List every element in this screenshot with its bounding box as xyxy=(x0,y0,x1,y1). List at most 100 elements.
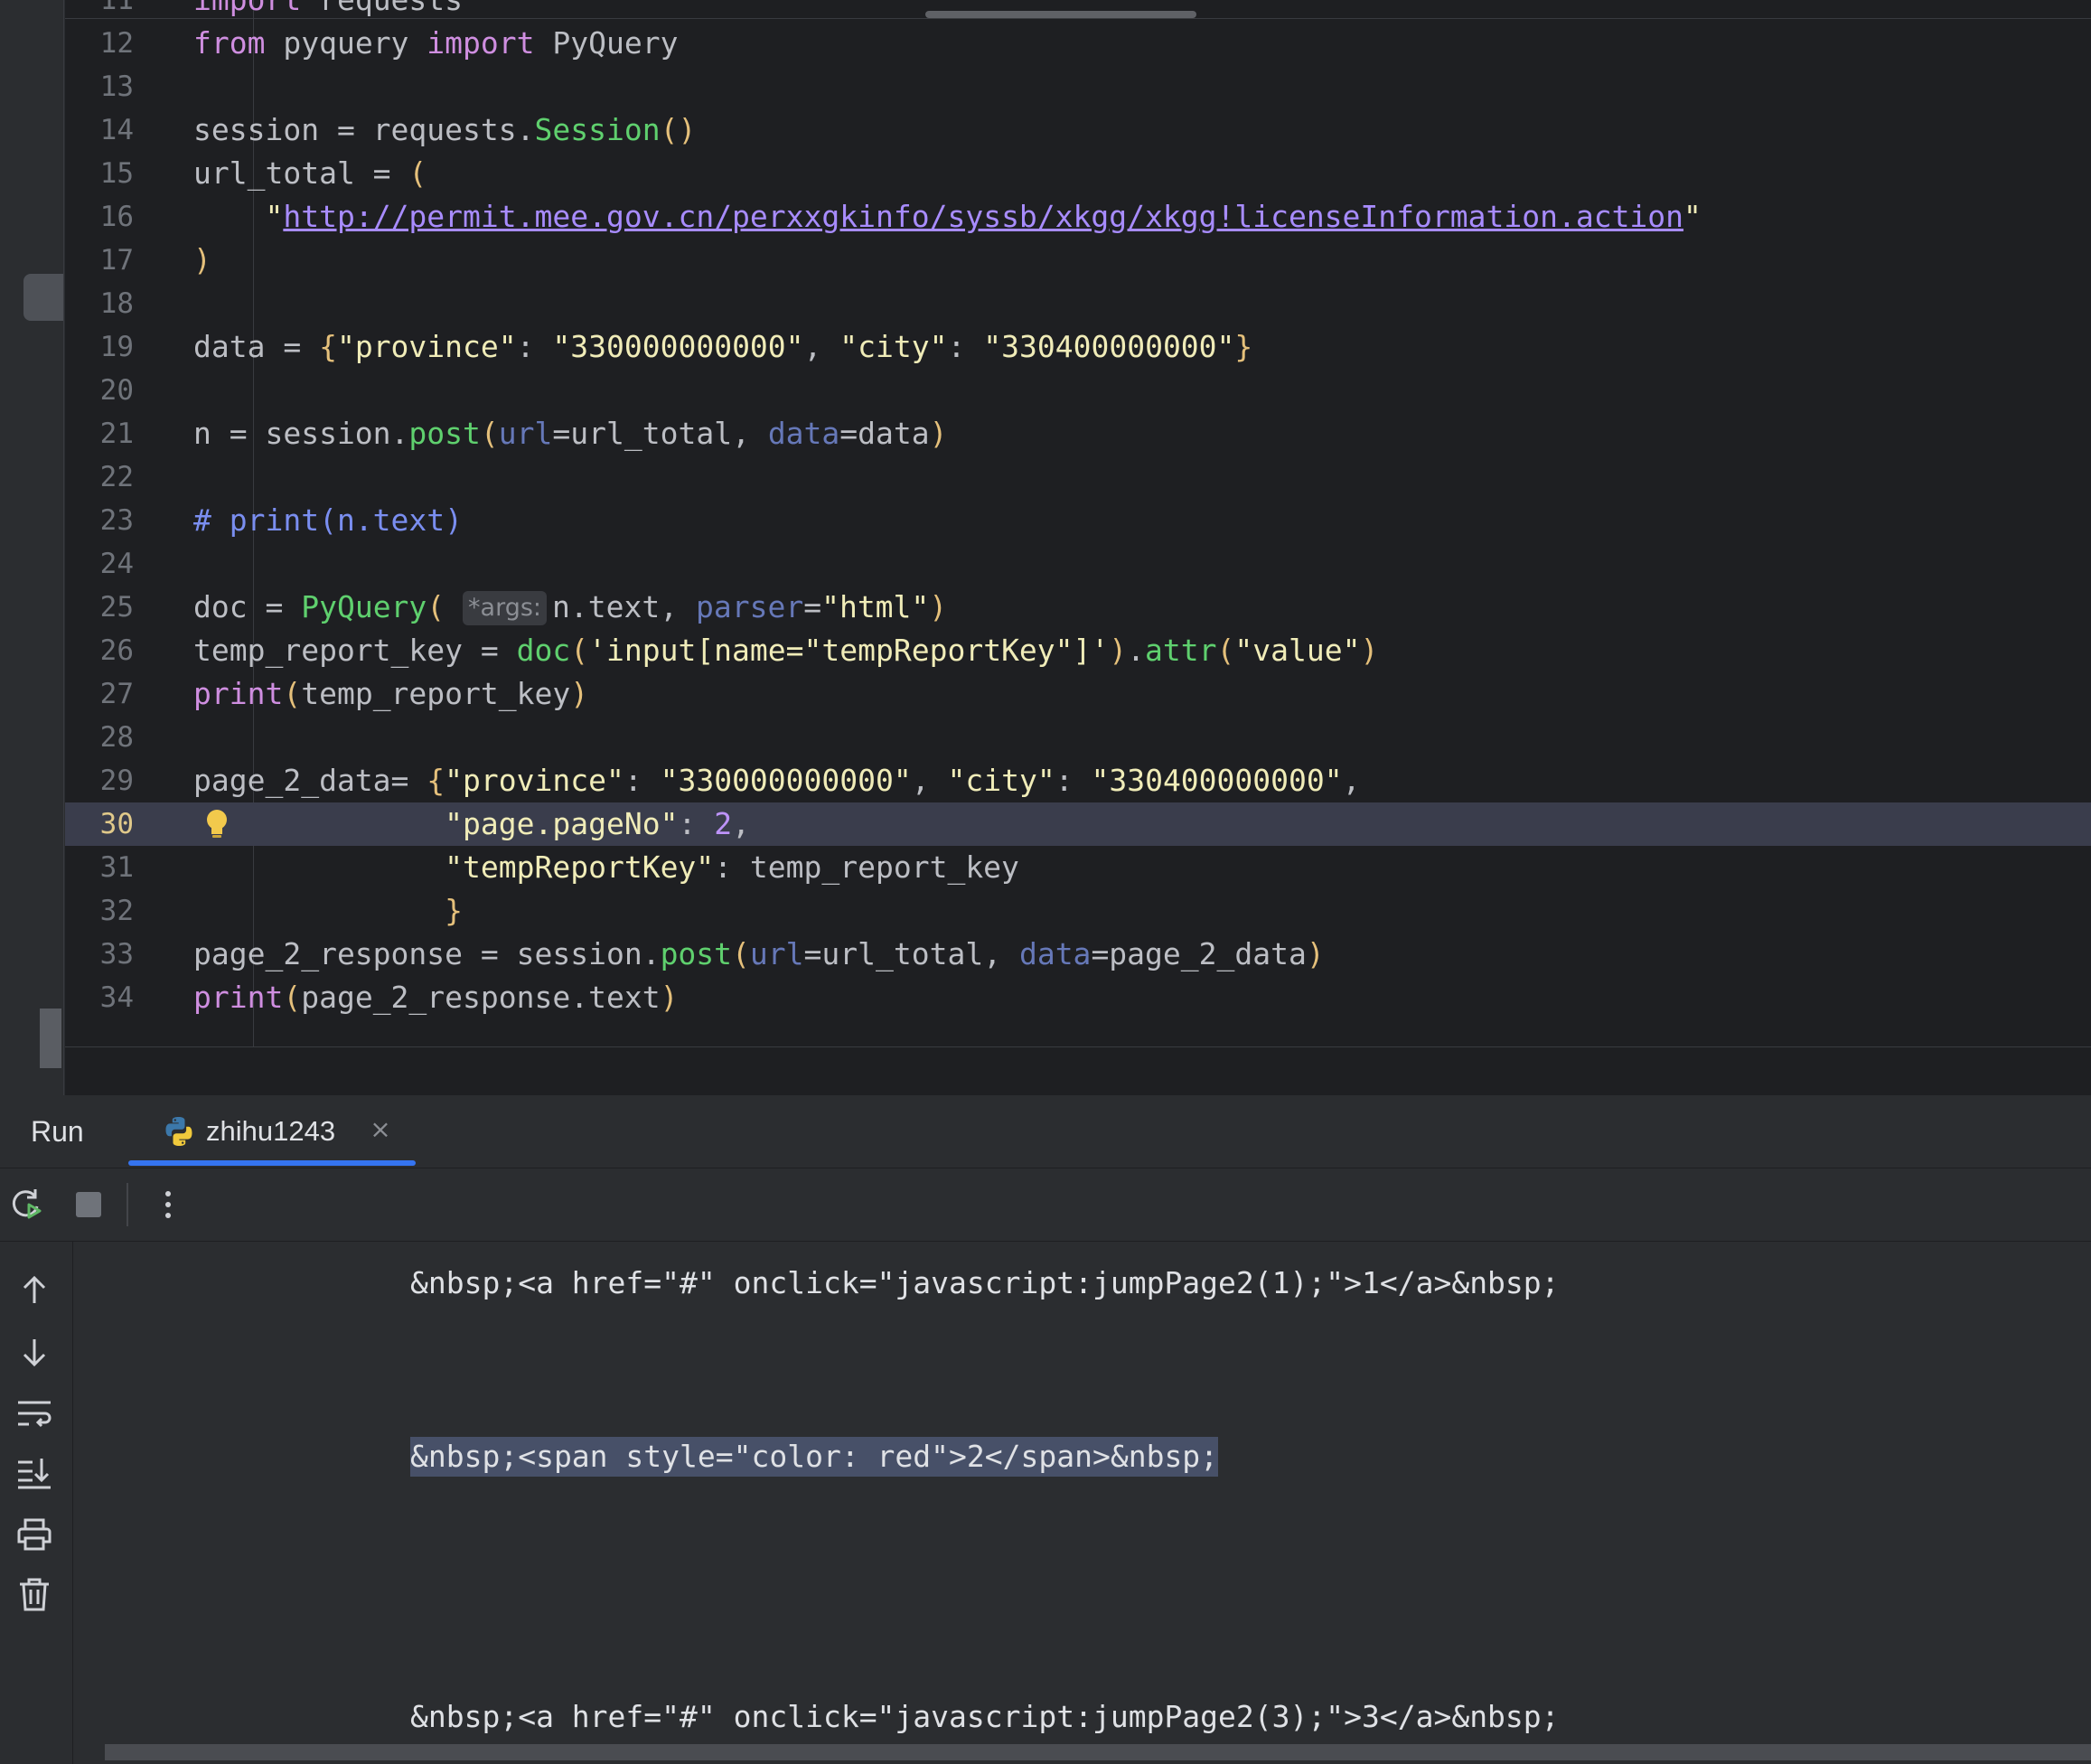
code-line[interactable]: 18 xyxy=(65,282,2091,325)
close-icon[interactable]: × xyxy=(365,1112,396,1148)
line-number: 28 xyxy=(99,721,134,754)
code-token: "city" xyxy=(839,329,948,364)
code-token: PyQuery xyxy=(534,25,679,61)
code-text: page_2_response = session.post(url=url_t… xyxy=(193,933,1325,976)
code-line[interactable]: 31 "tempReportKey": temp_report_key xyxy=(65,846,2091,889)
code-line[interactable]: 34 print(page_2_response.text) xyxy=(65,976,2091,1019)
code-line[interactable]: 29 page_2_data= {"province": "33000000000… xyxy=(65,759,2091,802)
print-icon[interactable] xyxy=(14,1515,54,1554)
code-token: "330400000000" xyxy=(1091,763,1343,798)
code-line[interactable]: 11 import requests xyxy=(65,0,2091,22)
code-token: , xyxy=(911,763,948,798)
code-line[interactable]: 21 n = session.post(url=url_total, data=d… xyxy=(65,412,2091,455)
code-token: from xyxy=(193,25,266,61)
code-text: from pyquery import PyQuery xyxy=(193,22,678,65)
strip-scroll-indicator[interactable] xyxy=(40,1009,61,1068)
line-number: 20 xyxy=(99,374,134,407)
run-toolbar xyxy=(0,1168,2091,1242)
code-line[interactable]: 12 from pyquery import PyQuery xyxy=(65,22,2091,65)
code-token: =page_2_data xyxy=(1091,936,1307,971)
parameter-hint: *args: xyxy=(463,591,548,625)
code-token: , xyxy=(803,329,840,364)
line-number: 25 xyxy=(99,591,134,624)
line-number: 23 xyxy=(99,504,134,537)
code-token: page_2_data= xyxy=(193,763,427,798)
code-text: temp_report_key = doc('input[name="tempR… xyxy=(193,629,1378,672)
code-token: : temp_report_key xyxy=(714,849,1019,885)
line-number: 19 xyxy=(99,331,134,363)
code-line[interactable]: 27 print(temp_report_key) xyxy=(65,672,2091,716)
code-text: } xyxy=(193,889,463,933)
console-output[interactable]: &nbsp;<a href="#" onclick="javascript:ju… xyxy=(74,1242,2091,1764)
code-line[interactable]: 22 xyxy=(65,455,2091,499)
tab-zhihu1243[interactable]: zhihu1243 × xyxy=(128,1095,416,1168)
code-token: 'input[name="tempReportKey"]' xyxy=(588,633,1110,668)
line-number: 21 xyxy=(99,418,134,450)
code-token: url xyxy=(749,936,804,971)
code-text: data = {"province": "330000000000", "cit… xyxy=(193,325,1252,369)
arrow-down-icon[interactable] xyxy=(14,1332,54,1372)
code-token: "330400000000" xyxy=(983,329,1235,364)
trash-icon[interactable] xyxy=(14,1574,54,1614)
code-token: import xyxy=(193,0,301,17)
scroll-to-end-icon[interactable] xyxy=(14,1453,54,1493)
code-token: data xyxy=(1018,936,1092,971)
console-horizontal-scrollbar[interactable] xyxy=(105,1744,2091,1760)
code-line[interactable]: 14 session = requests.Session() xyxy=(65,108,2091,152)
code-line[interactable]: 33 page_2_response = session.post(url=url… xyxy=(65,933,2091,976)
code-line[interactable]: 13 xyxy=(65,65,2091,108)
code-line[interactable]: 17) xyxy=(65,239,2091,282)
code-token: ) xyxy=(193,242,211,277)
code-line[interactable]: 32 } xyxy=(65,889,2091,933)
code-line[interactable]: 16 "http://permit.mee.gov.cn/perxxgkinfo… xyxy=(65,195,2091,239)
console-side-toolbar xyxy=(0,1242,73,1764)
line-number: 16 xyxy=(99,201,134,233)
divider xyxy=(65,1046,2091,1047)
code-token: : xyxy=(947,329,984,364)
code-text: session = requests.Session() xyxy=(193,108,696,152)
code-token: : xyxy=(678,806,715,841)
code-token: # print(n.text) xyxy=(193,502,464,538)
code-text: # print(n.text) xyxy=(193,499,463,542)
code-token: " xyxy=(1683,199,1702,234)
code-line[interactable]: 19 data = {"province": "330000000000", "c… xyxy=(65,325,2091,369)
code-line[interactable]: 26 temp_report_key = doc('input[name="tem… xyxy=(65,629,2091,672)
stop-icon[interactable] xyxy=(69,1185,108,1224)
code-line[interactable]: 23 # print(n.text) xyxy=(65,499,2091,542)
code-line[interactable]: 15 url_total = ( xyxy=(65,152,2091,195)
code-token: =url_total, xyxy=(803,936,1019,971)
code-text: "page.pageNo": 2, xyxy=(193,802,750,846)
code-line[interactable]: 24 xyxy=(65,542,2091,586)
code-token: PyQuery xyxy=(301,589,427,624)
code-line[interactable]: 28 xyxy=(65,716,2091,759)
code-text: "tempReportKey": temp_report_key xyxy=(193,846,1019,889)
line-number: 17 xyxy=(99,244,134,277)
rerun-icon[interactable] xyxy=(7,1185,47,1224)
code-token: "province" xyxy=(445,763,624,798)
code-text: ) xyxy=(193,239,211,282)
arrow-up-icon[interactable] xyxy=(14,1271,54,1310)
code-line[interactable]: 25 doc = PyQuery( *args: n.text, parser="h… xyxy=(65,586,2091,629)
code-token: ) xyxy=(1360,633,1379,668)
code-line[interactable]: 20 xyxy=(65,369,2091,412)
more-options-icon[interactable] xyxy=(148,1185,188,1224)
code-text: import requests xyxy=(193,0,463,22)
code-editor[interactable]: 11 import requests 12 from pyquery import P… xyxy=(65,0,2091,1095)
code-token: { xyxy=(319,329,337,364)
code-token: ) xyxy=(1306,936,1325,971)
strip-toggle-button[interactable] xyxy=(23,274,63,321)
soft-wrap-icon[interactable] xyxy=(14,1393,54,1433)
console-line: &nbsp;<a href="#" onclick="javascript:ju… xyxy=(410,1265,1560,1300)
code-text: print(page_2_response.text) xyxy=(193,976,678,1019)
code-text: n = session.post(url=url_total, data=dat… xyxy=(193,412,948,455)
code-token: doc = xyxy=(193,589,302,624)
code-line[interactable]: 30 "page.pageNo": 2, xyxy=(65,802,2091,846)
code-token: ( xyxy=(1216,633,1235,668)
line-number: 18 xyxy=(99,287,134,320)
toolbar-divider xyxy=(127,1183,128,1226)
code-token: ) xyxy=(570,676,589,711)
code-text: "http://permit.mee.gov.cn/perxxgkinfo/sy… xyxy=(193,195,1702,239)
line-number: 11 xyxy=(99,0,134,16)
code-token: ) xyxy=(929,589,948,624)
